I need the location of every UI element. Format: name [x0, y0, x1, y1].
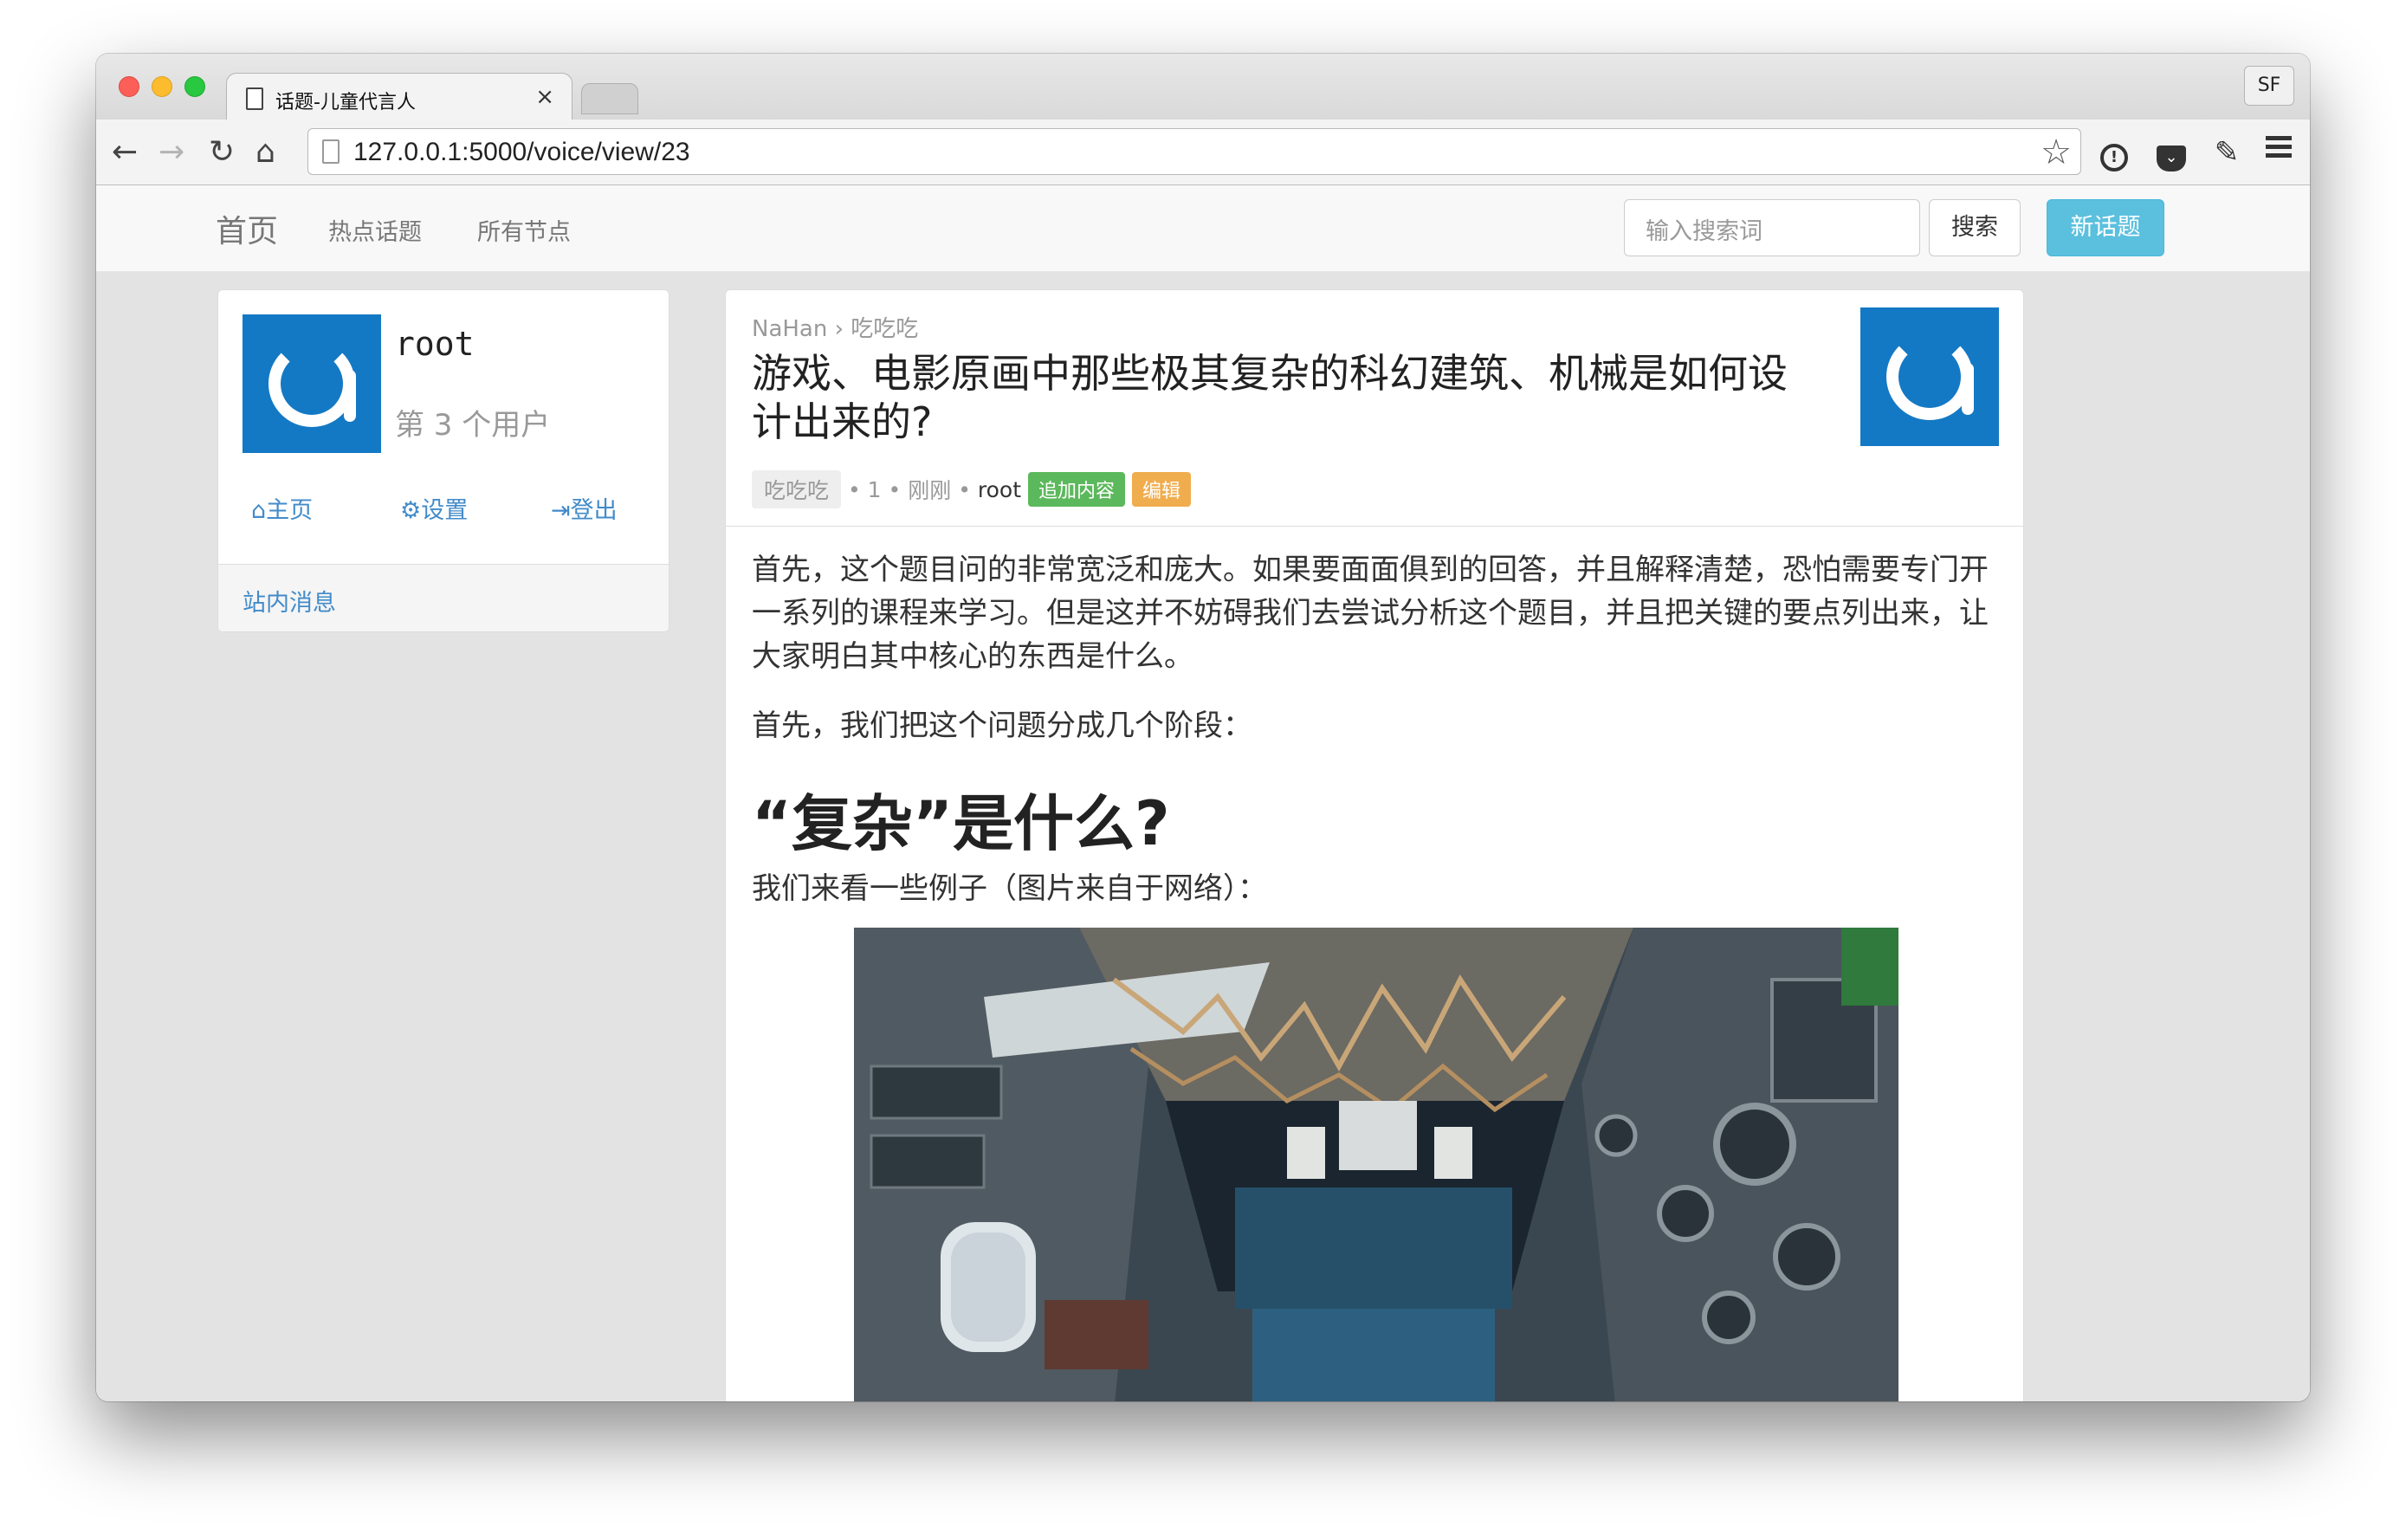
forward-arrow-icon[interactable]: →: [158, 132, 184, 173]
search-input[interactable]: 输入搜索词: [1624, 199, 1920, 256]
cockpit-illustration: [854, 928, 1898, 1401]
logout-label: 登出: [570, 497, 618, 524]
logout-icon: ⇥: [551, 497, 571, 524]
settings-link[interactable]: ⚙设置: [400, 491, 468, 525]
profile-button[interactable]: SF: [2244, 66, 2294, 106]
breadcrumb-separator: ›: [834, 316, 844, 342]
messages-link[interactable]: 站内消息: [243, 584, 336, 618]
site-navbar: 首页 热点话题 所有节点 输入搜索词 搜索 新话题: [96, 185, 2310, 272]
browser-toolbar: ← → ↻ ⌂ 127.0.0.1:5000/voice/view/23 ☆ !…: [96, 120, 2310, 185]
card-footer: 站内消息: [218, 564, 669, 631]
new-topic-button[interactable]: 新话题: [2047, 199, 2164, 256]
user-rank: 第 3 个用户: [395, 408, 551, 443]
settings-label: 设置: [421, 497, 469, 524]
new-tab-button[interactable]: [581, 83, 638, 114]
page-icon: [322, 139, 340, 164]
paragraph: 首先，我们把这个问题分成几个阶段：: [752, 709, 1252, 743]
nav-all-nodes[interactable]: 所有节点: [477, 213, 571, 247]
minimize-window-button[interactable]: [152, 76, 172, 97]
zoom-window-button[interactable]: [184, 76, 205, 97]
brand-link[interactable]: 首页: [216, 206, 278, 251]
breadcrumb-node[interactable]: 吃吃吃: [851, 316, 918, 342]
breadcrumb-site[interactable]: NaHan: [752, 316, 827, 342]
bookmark-star-icon[interactable]: ☆: [2041, 133, 2072, 172]
power-icon: [1886, 333, 1974, 420]
breadcrumb: NaHan › 吃吃吃: [752, 311, 918, 343]
menu-icon[interactable]: [2258, 132, 2299, 173]
reply-count: 1: [867, 476, 882, 502]
browser-tab[interactable]: 话题-儿童代言人 ×: [226, 73, 572, 123]
avatar[interactable]: [243, 314, 381, 453]
user-card: root 第 3 个用户 ⌂主页 ⚙设置 ⇥登出 站内消息: [217, 289, 669, 632]
info-icon[interactable]: !: [2093, 132, 2135, 173]
page-title: 游戏、电影原画中那些极其复杂的科幻建筑、机械是如何设计出来的?: [752, 350, 1788, 445]
tab-title: 话题-儿童代言人: [275, 92, 416, 113]
tab-bar: 话题-儿童代言人 × SF: [96, 54, 2310, 123]
logout-link[interactable]: ⇥登出: [551, 491, 618, 525]
paragraph: 我们来看一些例子（图片来自于网络）：: [752, 871, 1267, 906]
browser-window: 话题-儿童代言人 × SF ← → ↻ ⌂ 127.0.0.1:5000/voi…: [96, 54, 2310, 1401]
username[interactable]: root: [395, 325, 475, 363]
reload-icon[interactable]: ↻: [209, 132, 235, 173]
evernote-icon[interactable]: ✎: [2206, 132, 2248, 173]
cockpit-image: [854, 928, 1898, 1401]
address-bar[interactable]: 127.0.0.1:5000/voice/view/23 ☆: [307, 128, 2081, 175]
back-arrow-icon[interactable]: ←: [112, 132, 138, 173]
nav-hot-topics[interactable]: 热点话题: [328, 213, 422, 247]
close-window-button[interactable]: [119, 76, 139, 97]
author-link[interactable]: root: [978, 477, 1021, 502]
profile-home-link[interactable]: ⌂主页: [251, 491, 313, 525]
document-icon: [246, 87, 263, 110]
url-text[interactable]: 127.0.0.1:5000/voice/view/23: [353, 138, 690, 167]
post-time: 刚刚: [908, 478, 952, 503]
append-content-button[interactable]: 追加内容: [1027, 472, 1125, 507]
web-page: 首页 热点话题 所有节点 输入搜索词 搜索 新话题 root 第 3 个用户 ⌂…: [96, 185, 2310, 1401]
home-icon: ⌂: [251, 497, 267, 524]
power-icon: [268, 340, 356, 427]
topic-meta: 吃吃吃 • 1 • 刚刚 • root 追加内容 编辑: [752, 470, 1191, 508]
pocket-icon[interactable]: ⌄: [2151, 132, 2192, 173]
author-avatar[interactable]: [1860, 307, 1999, 446]
edit-button[interactable]: 编辑: [1131, 472, 1191, 507]
home-label: 主页: [266, 497, 314, 524]
close-tab-icon[interactable]: ×: [535, 84, 554, 110]
paragraph: 首先，这个题目问的非常宽泛和庞大。如果要面面俱到的回答，并且解释清楚，恐怕需要专…: [752, 553, 1989, 674]
topic-card: NaHan › 吃吃吃 游戏、电影原画中那些极其复杂的科幻建筑、机械是如何设计出…: [725, 289, 2024, 1401]
gear-icon: ⚙: [400, 497, 422, 524]
node-badge[interactable]: 吃吃吃: [752, 470, 842, 508]
search-button[interactable]: 搜索: [1929, 199, 2021, 256]
home-icon[interactable]: ⌂: [255, 132, 275, 173]
divider: [726, 526, 2023, 527]
section-heading: “复杂”是什么?: [752, 788, 1170, 859]
